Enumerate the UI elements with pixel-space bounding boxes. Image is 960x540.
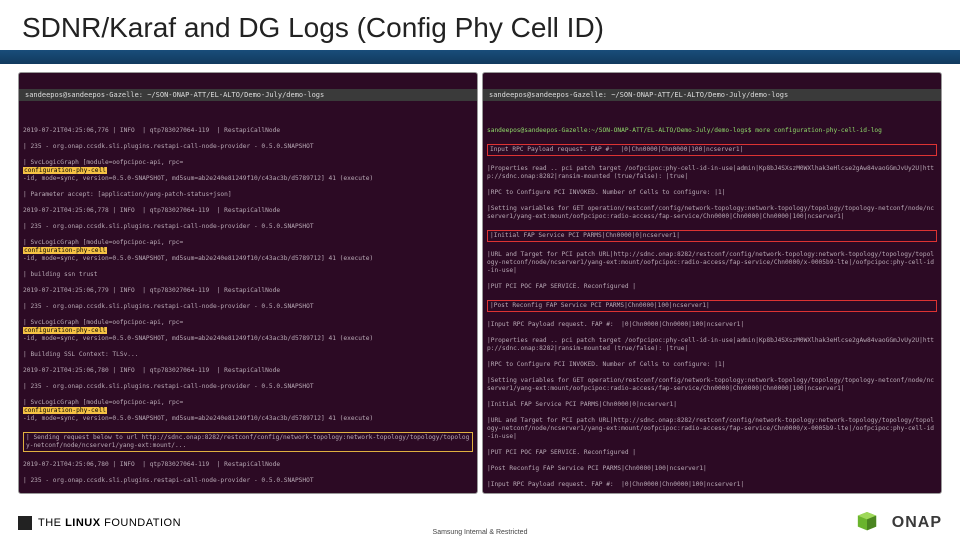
security-label: Samsung Internal & Restricted — [0, 529, 960, 536]
lf-square-icon — [18, 516, 32, 530]
terminal-tab-right: sandeepos@sandeepos-Gazelle: ~/SON-ONAP-… — [483, 89, 941, 101]
log-line: | 235 - org.onap.ccsdk.sli.plugins.resta… — [23, 223, 473, 231]
log-line: | SvcLogicGraph [module=oofpcipoc-api, r… — [23, 239, 473, 247]
log-line: 2019-07-21T04:25:06,780 | INFO | qtp7830… — [23, 461, 473, 469]
highlight-rpc: configuration-phy-cell — [23, 407, 107, 414]
log-line: 2019-07-21T04:25:06,779 | INFO | qtp7830… — [23, 287, 473, 295]
log-line: -id, mode=sync, version=0.5.0-SNAPSHOT, … — [23, 335, 473, 343]
log-line: | Building SSL Context: TLSv... — [23, 351, 473, 359]
log-line: | 235 - org.onap.ccsdk.sli.plugins.resta… — [23, 143, 473, 151]
log-line: | Parameter accept: [application/yang-pa… — [23, 191, 473, 199]
shell-prompt: sandeepos@sandeepos-Gazelle:~/SON-ONAP-A… — [487, 127, 937, 135]
log-line: | 235 - org.onap.ccsdk.sli.plugins.resta… — [23, 477, 473, 485]
lf-prefix: THE — [38, 517, 62, 529]
log-line: |Setting variables for GET operation/res… — [487, 377, 937, 393]
log-line: |URL and Target for PCI patch URL|http:/… — [487, 417, 937, 441]
log-line: 2019-07-21T04:25:06,780 | INFO | qtp7830… — [23, 367, 473, 375]
log-line: |RPC to Configure PCI INVOKED. Number of… — [487, 361, 937, 369]
log-line: |RPC to Configure PCI INVOKED. Number of… — [487, 189, 937, 197]
linux-foundation-logo: THE LINUX FOUNDATION — [18, 516, 181, 530]
log-line: | 235 - org.onap.ccsdk.sli.plugins.resta… — [23, 383, 473, 391]
log-line: |URL and Target for PCI patch URL|http:/… — [487, 251, 937, 275]
log-line: |Initial FAP Service PCI PARMS|Chn0000|0… — [487, 401, 937, 409]
lf-main: LINUX — [65, 517, 101, 529]
log-line: | 235 - org.onap.ccsdk.sli.plugins.resta… — [23, 303, 473, 311]
terminal-tab-left: sandeepos@sandeepos-Gazelle: ~/SON-ONAP-… — [19, 89, 477, 101]
dg-log-terminal: sandeepos@sandeepos-Gazelle: ~/SON-ONAP-… — [482, 72, 942, 494]
log-line: |Properties read .. pci patch target /oo… — [487, 337, 937, 353]
highlight-rpc: configuration-phy-cell — [23, 247, 107, 254]
log-line: |PUT PCI POC FAP SERVICE. Reconfigured | — [487, 283, 937, 291]
terminals-row: sandeepos@sandeepos-Gazelle: ~/SON-ONAP-… — [0, 64, 960, 494]
karaf-log-terminal: sandeepos@sandeepos-Gazelle: ~/SON-ONAP-… — [18, 72, 478, 494]
log-line: 2019-07-21T04:25:06,778 | INFO | qtp7830… — [23, 207, 473, 215]
lf-suffix: FOUNDATION — [104, 517, 181, 529]
log-line: -id, mode=sync, version=0.5.0-SNAPSHOT, … — [23, 255, 473, 263]
callout-input-rpc: Input RPC Payload request. FAP #: |0|Chn… — [487, 144, 937, 156]
log-line: -id, mode=sync, version=0.5.0-SNAPSHOT, … — [23, 175, 473, 183]
page-title: SDNR/Karaf and DG Logs (Config Phy Cell … — [0, 0, 960, 50]
highlight-rpc: configuration-phy-cell — [23, 167, 107, 174]
header-bar — [0, 50, 960, 64]
log-line: -id, mode=sync, version=0.5.0-SNAPSHOT, … — [23, 415, 473, 423]
log-line: 2019-07-21T04:25:06,776 | INFO | qtp7830… — [23, 127, 473, 135]
log-line: | building ssn trust — [23, 271, 473, 279]
log-line: |Post Reconfig FAP Service PCI PARMS|Chn… — [487, 465, 937, 473]
log-line: |PUT PCI POC FAP SERVICE. Reconfigured | — [487, 449, 937, 457]
log-line: |Properties read .. pci patch target /oo… — [487, 165, 937, 181]
log-line: | SvcLogicGraph [module=oofpcipoc-api, r… — [23, 319, 473, 327]
callout-url: | Sending request below to url http://sd… — [23, 432, 473, 452]
callout-post-reconfig: |Post Reconfig FAP Service PCI PARMS|Chn… — [487, 300, 937, 312]
log-line: | SvcLogicGraph [module=oofpcipoc-api, r… — [23, 159, 473, 167]
highlight-rpc: configuration-phy-cell — [23, 327, 107, 334]
log-line: |Setting variables for GET operation/res… — [487, 205, 937, 221]
log-line: |Input RPC Payload request. FAP #: |0|Ch… — [487, 321, 937, 329]
log-line: | SvcLogicGraph [module=oofpcipoc-api, r… — [23, 399, 473, 407]
log-line: |Input RPC Payload request. FAP #: |0|Ch… — [487, 481, 937, 489]
callout-initial-parms: |Initial FAP Service PCI PARMS|Chn0000|0… — [487, 230, 937, 242]
